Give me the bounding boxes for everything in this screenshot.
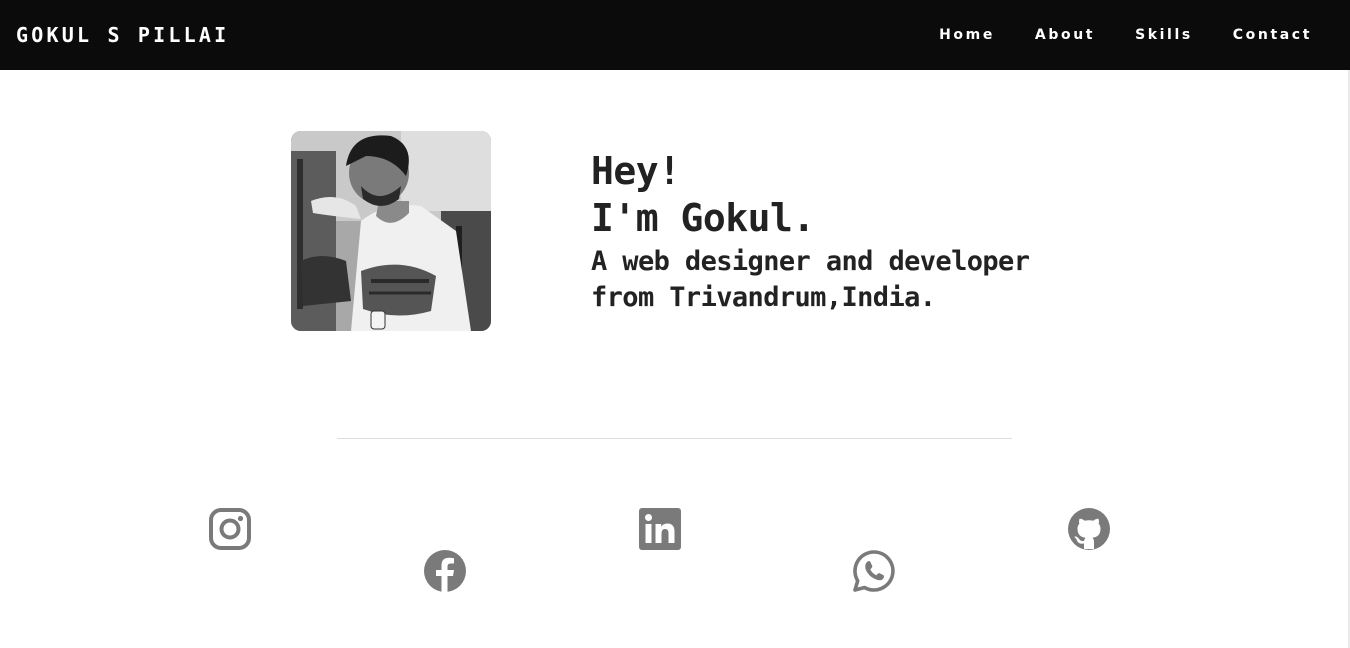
hero-name: I'm Gokul. [591, 196, 815, 240]
nav-home-link[interactable]: Home [939, 27, 995, 43]
github-icon[interactable] [1067, 507, 1111, 551]
hero-tagline-line-2: from Trivandrum,India. [591, 282, 936, 313]
nav-about-link[interactable]: About [1035, 27, 1095, 43]
whatsapp-icon[interactable] [852, 549, 896, 593]
linkedin-icon[interactable] [638, 507, 682, 551]
main-nav: Home About Skills Contact [899, 27, 1312, 43]
hero-intro: Hey! I'm Gokul. A web designer and devel… [591, 148, 1030, 314]
site-brand[interactable]: GOKUL S PILLAI [16, 23, 229, 47]
section-divider [337, 438, 1012, 439]
nav-skills-link[interactable]: Skills [1135, 27, 1193, 43]
top-navbar: GOKUL S PILLAI Home About Skills Contact [0, 0, 1350, 70]
facebook-icon[interactable] [423, 549, 467, 593]
hero-greeting: Hey! [591, 149, 681, 193]
hero-tagline-line-1: A web designer and developer [591, 246, 1030, 277]
profile-photo [291, 131, 491, 331]
instagram-icon[interactable] [208, 507, 252, 551]
nav-contact-link[interactable]: Contact [1233, 27, 1312, 43]
